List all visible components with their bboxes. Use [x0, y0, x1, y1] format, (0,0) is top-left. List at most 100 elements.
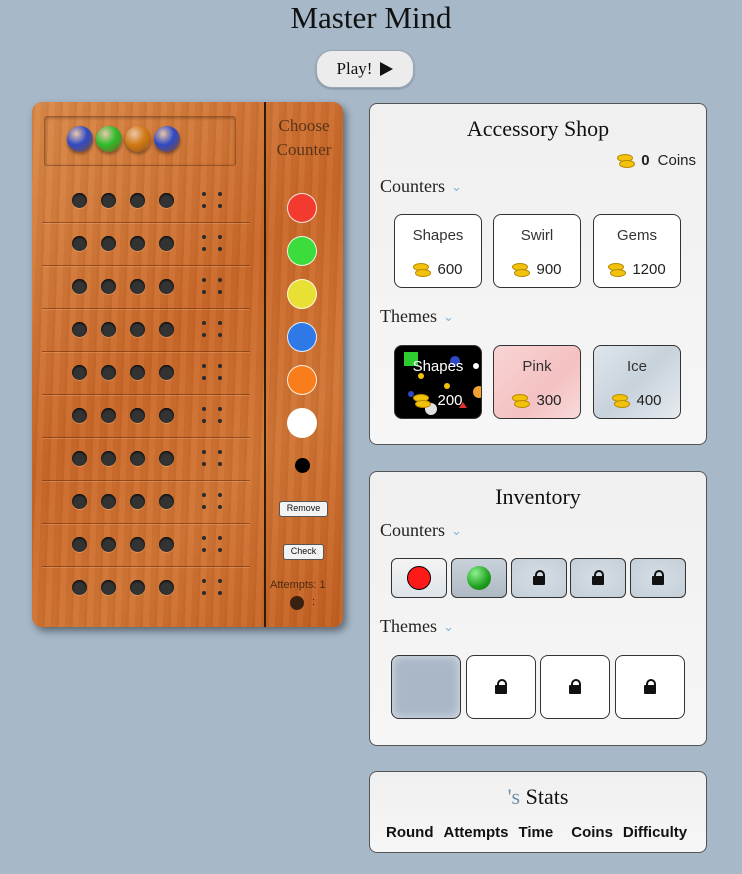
inventory-theme-default[interactable] — [391, 655, 461, 719]
guess-hole[interactable] — [72, 236, 87, 251]
chevron-down-icon: ⌄︎ — [442, 309, 454, 324]
guess-hole[interactable] — [130, 580, 145, 595]
palette-red[interactable] — [287, 193, 317, 223]
shop-counters-toggle[interactable]: Counters ⌄︎ — [380, 176, 462, 197]
feedback-pin — [218, 536, 222, 540]
guess-hole[interactable] — [101, 494, 116, 509]
inventory-counter-locked-3[interactable] — [630, 558, 686, 598]
guess-hole[interactable] — [101, 279, 116, 294]
feedback-pin — [202, 419, 206, 423]
palette-orange[interactable] — [287, 365, 317, 395]
guess-hole[interactable] — [72, 279, 87, 294]
secret-peg-3 — [125, 126, 151, 152]
row-divider — [42, 265, 250, 266]
guess-hole[interactable] — [72, 494, 87, 509]
guess-hole[interactable] — [130, 451, 145, 466]
guess-hole[interactable] — [159, 580, 174, 595]
shop-counter-gems[interactable]: Gems 1200 — [593, 214, 681, 288]
feedback-pin — [202, 204, 206, 208]
guess-hole[interactable] — [130, 408, 145, 423]
feedback-pin — [218, 462, 222, 466]
inventory-themes-label: Themes — [380, 616, 437, 636]
feedback-pin — [218, 407, 222, 411]
guess-hole[interactable] — [72, 408, 87, 423]
price-value: 300 — [536, 392, 562, 409]
check-button[interactable]: Check — [283, 544, 324, 560]
guess-hole[interactable] — [130, 279, 145, 294]
feedback-pin — [202, 493, 206, 497]
palette-blue[interactable] — [287, 322, 317, 352]
play-button[interactable]: Play! — [316, 50, 414, 88]
coin-icon — [612, 393, 631, 408]
shop-theme-shapes[interactable]: Shapes 200 — [394, 345, 482, 419]
feedback-pin — [218, 235, 222, 239]
inventory-theme-locked-3[interactable] — [615, 655, 685, 719]
coin-icon — [512, 262, 531, 277]
chevron-down-icon: ⌄︎ — [451, 523, 462, 538]
feedback-pin — [218, 450, 222, 454]
stats-panel: 's Stats Round Attempts Time Coins Diffi… — [369, 771, 707, 853]
guess-hole[interactable] — [130, 322, 145, 337]
guess-hole[interactable] — [101, 451, 116, 466]
guess-hole[interactable] — [130, 193, 145, 208]
guess-hole[interactable] — [159, 236, 174, 251]
guess-hole[interactable] — [72, 451, 87, 466]
inventory-counter-red[interactable] — [391, 558, 447, 598]
inventory-theme-locked-2[interactable] — [540, 655, 610, 719]
palette-black[interactable] — [295, 458, 310, 473]
row-divider — [42, 222, 250, 223]
guess-hole[interactable] — [72, 193, 87, 208]
guess-hole[interactable] — [72, 322, 87, 337]
secret-peg-1 — [67, 126, 93, 152]
guess-hole[interactable] — [130, 494, 145, 509]
remove-button[interactable]: Remove — [279, 501, 328, 517]
lock-icon — [644, 679, 656, 694]
guess-hole[interactable] — [130, 365, 145, 380]
guess-hole[interactable] — [159, 193, 174, 208]
inventory-counter-green[interactable] — [451, 558, 507, 598]
guess-hole[interactable] — [72, 580, 87, 595]
guess-hole[interactable] — [101, 365, 116, 380]
guess-hole[interactable] — [130, 236, 145, 251]
lock-icon — [592, 570, 604, 585]
guess-hole[interactable] — [159, 408, 174, 423]
feedback-pin — [202, 591, 206, 595]
shop-item-price: 900 — [494, 261, 580, 278]
guess-hole[interactable] — [72, 537, 87, 552]
shop-counter-swirl[interactable]: Swirl 900 — [493, 214, 581, 288]
guess-hole[interactable] — [130, 537, 145, 552]
stats-username: 's — [507, 784, 521, 809]
shop-theme-ice[interactable]: Ice 400 — [593, 345, 681, 419]
guess-hole[interactable] — [101, 408, 116, 423]
shop-theme-pink[interactable]: Pink 300 — [493, 345, 581, 419]
guess-hole[interactable] — [159, 451, 174, 466]
guess-hole[interactable] — [159, 537, 174, 552]
coin-icon — [608, 262, 627, 277]
guess-hole[interactable] — [159, 365, 174, 380]
shop-counter-shapes[interactable]: Shapes 600 — [394, 214, 482, 288]
inventory-counter-locked-1[interactable] — [511, 558, 567, 598]
inventory-theme-locked-1[interactable] — [466, 655, 536, 719]
palette-yellow[interactable] — [287, 279, 317, 309]
guess-hole[interactable] — [101, 236, 116, 251]
shop-item-price: 400 — [594, 392, 680, 409]
guess-hole[interactable] — [101, 580, 116, 595]
feedback-pin — [202, 364, 206, 368]
guess-hole[interactable] — [159, 279, 174, 294]
guess-hole[interactable] — [101, 322, 116, 337]
palette-white[interactable] — [287, 408, 317, 438]
stats-col-coins: Coins — [571, 824, 613, 841]
coin-icon — [512, 393, 531, 408]
feedback-pin — [202, 333, 206, 337]
inventory-themes-toggle[interactable]: Themes ⌄︎ — [380, 616, 454, 637]
inventory-counter-locked-2[interactable] — [570, 558, 626, 598]
guess-hole[interactable] — [159, 322, 174, 337]
guess-hole[interactable] — [101, 193, 116, 208]
palette-green[interactable] — [287, 236, 317, 266]
guess-hole[interactable] — [72, 365, 87, 380]
guess-hole[interactable] — [159, 494, 174, 509]
guess-hole[interactable] — [101, 537, 116, 552]
shop-themes-toggle[interactable]: Themes ⌄︎ — [380, 306, 454, 327]
inventory-counters-toggle[interactable]: Counters ⌄︎ — [380, 520, 462, 541]
row-divider — [42, 308, 250, 309]
